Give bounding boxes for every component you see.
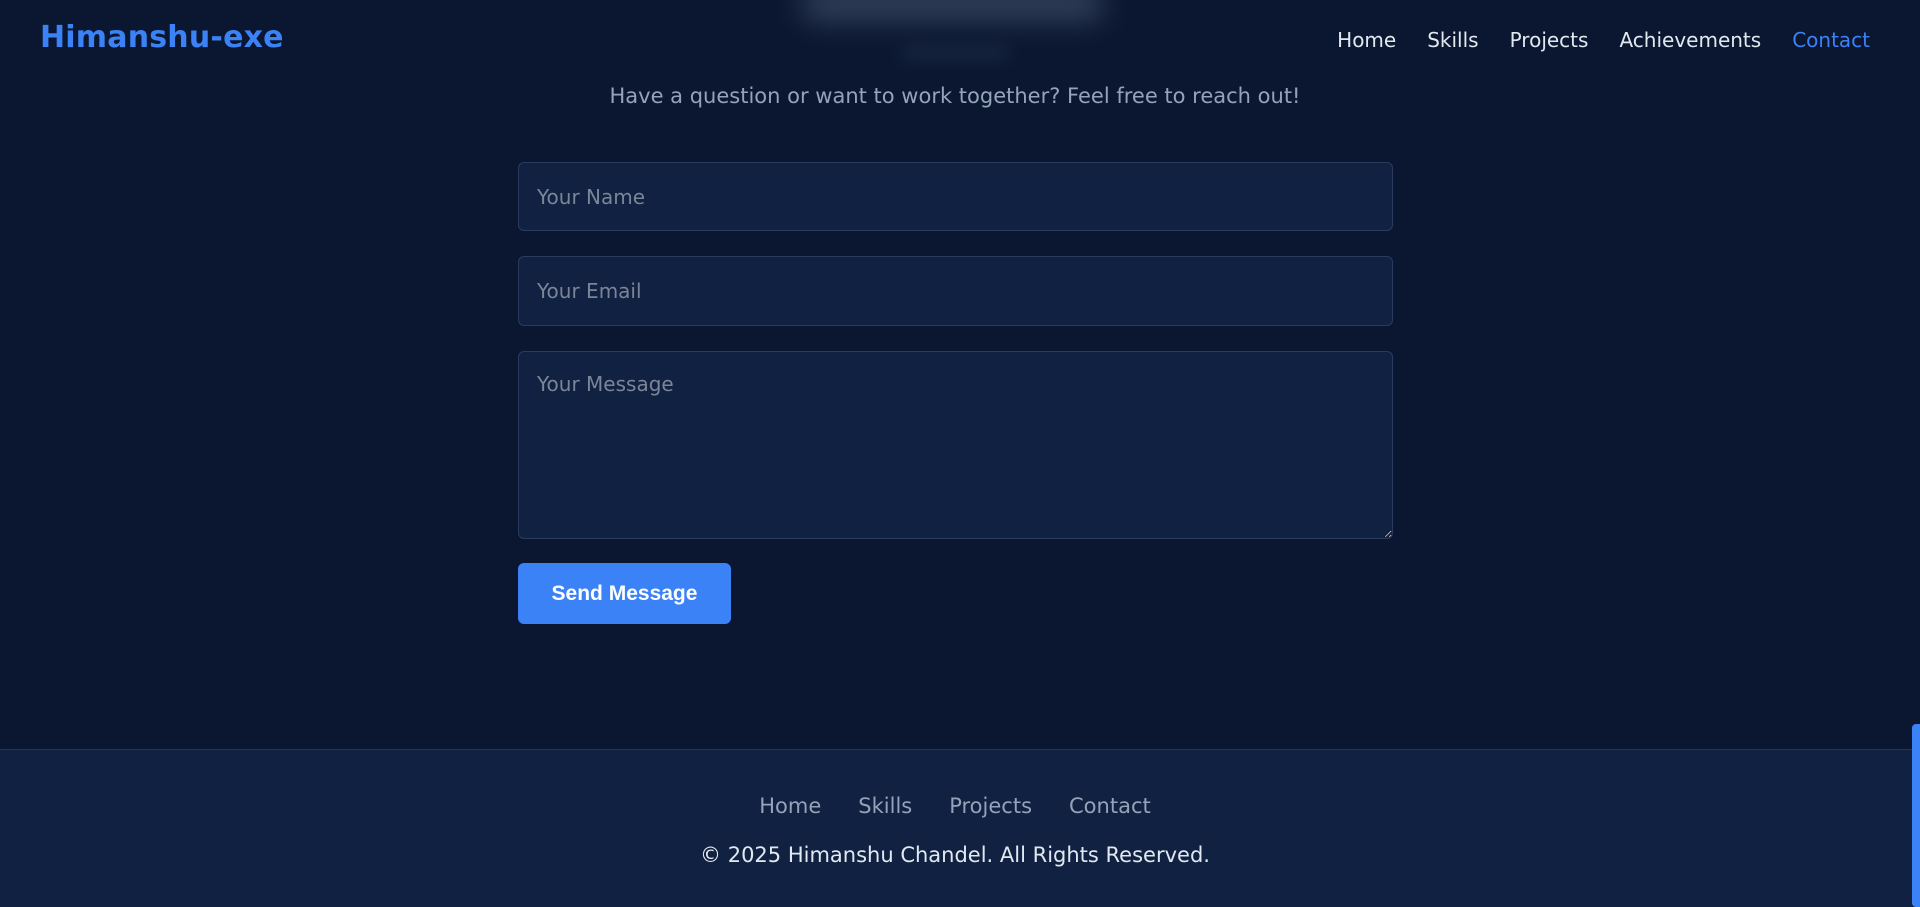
copyright-text: © 2025 Himanshu Chandel. All Rights Rese… — [700, 843, 1210, 867]
name-input[interactable] — [518, 162, 1393, 231]
message-textarea[interactable] — [518, 351, 1393, 539]
blurred-section-heading — [800, 0, 1105, 22]
send-message-button[interactable]: Send Message — [518, 563, 731, 624]
nav-achievements[interactable]: Achievements — [1619, 28, 1761, 52]
footer-nav-contact[interactable]: Contact — [1069, 794, 1151, 818]
footer-nav: Home Skills Projects Contact — [0, 794, 1910, 818]
footer-nav-home[interactable]: Home — [759, 794, 821, 818]
page-scrollbar-thumb[interactable] — [1912, 724, 1920, 907]
email-input[interactable] — [518, 256, 1393, 326]
blurred-heading-underline — [900, 46, 1010, 60]
main-nav: Home Skills Projects Achievements Contac… — [1337, 28, 1870, 52]
site-footer: Home Skills Projects Contact © 2025 Hima… — [0, 749, 1920, 907]
contact-subtitle: Have a question or want to work together… — [609, 84, 1301, 108]
nav-projects[interactable]: Projects — [1510, 28, 1589, 52]
footer-nav-skills[interactable]: Skills — [858, 794, 912, 818]
nav-skills[interactable]: Skills — [1427, 28, 1478, 52]
brand-logo[interactable]: Himanshu-exe — [40, 20, 284, 55]
footer-nav-projects[interactable]: Projects — [949, 794, 1032, 818]
nav-contact[interactable]: Contact — [1792, 28, 1870, 52]
nav-home[interactable]: Home — [1337, 28, 1396, 52]
